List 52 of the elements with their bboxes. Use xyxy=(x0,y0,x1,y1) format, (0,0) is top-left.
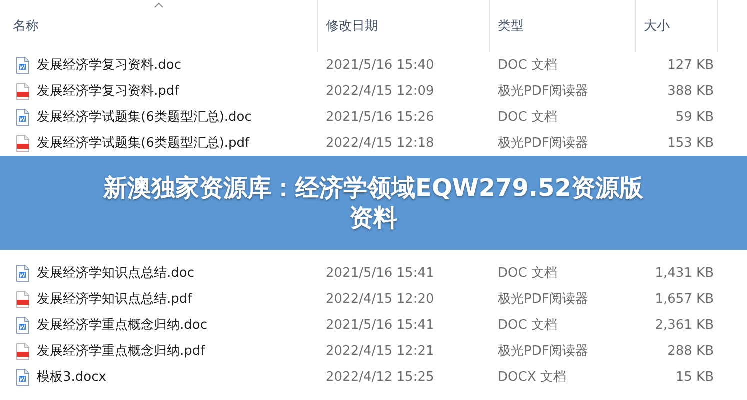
pdf-file-icon xyxy=(16,82,30,100)
file-type: DOC 文档 xyxy=(498,266,558,281)
file-name[interactable]: 发展经济学复习资料.pdf xyxy=(37,82,180,100)
pdf-file-icon xyxy=(16,290,30,308)
file-name[interactable]: 发展经济学重点概念归纳.pdf xyxy=(37,342,206,360)
file-name[interactable]: 发展经济学重点概念归纳.doc xyxy=(37,316,208,334)
file-type: DOC 文档 xyxy=(498,318,558,333)
banner-title-line: 资料 xyxy=(350,203,398,233)
file-type: 极光PDF阅读器 xyxy=(498,84,588,99)
column-header[interactable]: 类型 xyxy=(498,17,524,35)
modified-date: 2022/4/15 12:20 xyxy=(326,292,434,306)
file-type: 极光PDF阅读器 xyxy=(498,136,588,151)
file-name[interactable]: 发展经济学试题集(6类题型汇总).pdf xyxy=(37,134,250,152)
document-icon xyxy=(16,108,30,126)
column-header[interactable]: 大小 xyxy=(644,17,670,35)
sort-caret-icon xyxy=(154,2,164,8)
document-icon xyxy=(16,264,30,282)
file-size: 288 KB xyxy=(668,344,714,358)
document-icon xyxy=(16,316,30,334)
modified-date: 2021/5/16 15:26 xyxy=(326,110,434,124)
modified-date: 2022/4/15 12:21 xyxy=(326,344,434,358)
file-type: DOCX 文档 xyxy=(498,370,566,385)
modified-date: 2021/5/16 15:40 xyxy=(326,58,434,72)
column-header[interactable]: 名称 xyxy=(13,17,39,35)
file-name[interactable]: 发展经济学试题集(6类题型汇总).doc xyxy=(37,108,252,126)
file-type: 极光PDF阅读器 xyxy=(498,344,588,359)
file-size: 1,657 KB xyxy=(655,292,714,306)
modified-date: 2022/4/12 15:25 xyxy=(326,370,434,384)
file-type: DOC 文档 xyxy=(498,110,558,125)
modified-date: 2022/4/15 12:18 xyxy=(326,136,434,150)
file-size: 153 KB xyxy=(668,136,714,150)
pdf-file-icon xyxy=(16,134,30,152)
file-type: 极光PDF阅读器 xyxy=(498,292,588,307)
file-size: 1,431 KB xyxy=(655,266,714,280)
file-name[interactable]: 发展经济学知识点总结.pdf xyxy=(37,290,192,308)
file-name[interactable]: 发展经济学复习资料.doc xyxy=(37,56,182,74)
pdf-file-icon xyxy=(16,342,30,360)
file-size: 127 KB xyxy=(668,58,714,72)
file-size: 59 KB xyxy=(676,110,714,124)
file-size: 15 KB xyxy=(676,370,714,384)
modified-date: 2021/5/16 15:41 xyxy=(326,266,434,280)
banner-title-line: 新澳独家资源库：经济学领域EQW279.52资源版 xyxy=(104,173,644,203)
file-size: 388 KB xyxy=(668,84,714,98)
file-type: DOC 文档 xyxy=(498,58,558,73)
file-name[interactable]: 发展经济学知识点总结.doc xyxy=(37,264,194,282)
document-icon xyxy=(16,368,30,386)
document-icon xyxy=(16,56,30,74)
column-header[interactable]: 修改日期 xyxy=(326,17,378,35)
modified-date: 2022/4/15 12:09 xyxy=(326,84,434,98)
file-size: 2,361 KB xyxy=(655,318,714,332)
modified-date: 2021/5/16 15:41 xyxy=(326,318,434,332)
file-name[interactable]: 模板3.docx xyxy=(37,368,106,386)
